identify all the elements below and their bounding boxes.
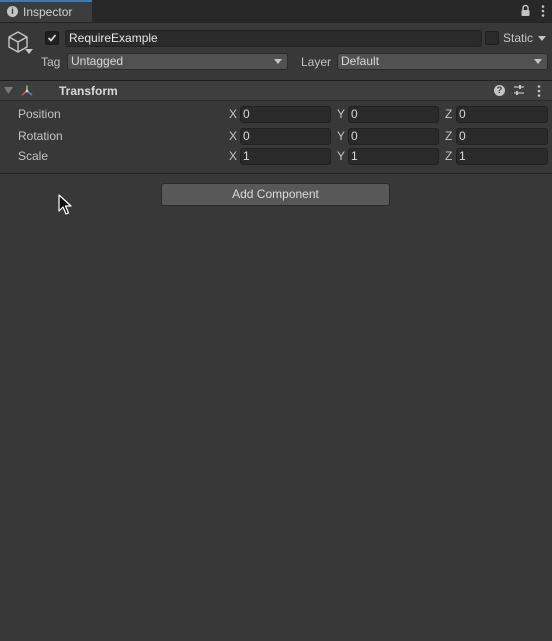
mouse-cursor-icon bbox=[58, 194, 72, 215]
rotation-x-input[interactable]: 0 bbox=[240, 128, 331, 145]
lock-icon[interactable] bbox=[520, 4, 531, 17]
rotation-row: Rotation X 0 Y 0 Z 0 bbox=[0, 128, 552, 146]
object-name-input[interactable]: RequireExample bbox=[65, 30, 482, 47]
static-checkbox[interactable] bbox=[485, 31, 499, 45]
scale-row: Scale X 1 Y 1 Z 1 bbox=[0, 148, 552, 166]
axis-z-label: Z bbox=[445, 129, 453, 143]
more-options-icon[interactable] bbox=[538, 4, 548, 18]
axis-x-label: X bbox=[229, 129, 238, 143]
inspector-window: i Inspector RequireExample Static Tag Un… bbox=[0, 0, 552, 641]
help-icon[interactable]: ? bbox=[494, 85, 505, 96]
layer-value: Default bbox=[341, 54, 380, 68]
axis-x-label: X bbox=[229, 149, 238, 163]
tab-inspector-label: Inspector bbox=[23, 5, 73, 19]
rotation-y-input[interactable]: 0 bbox=[348, 128, 439, 145]
transform-icon bbox=[21, 85, 33, 96]
chevron-down-icon bbox=[534, 59, 542, 64]
position-x-input[interactable]: 0 bbox=[240, 106, 331, 123]
scale-x-input[interactable]: 1 bbox=[240, 148, 331, 165]
axis-z-label: Z bbox=[445, 107, 453, 121]
component-divider bbox=[0, 173, 552, 174]
checkmark-icon bbox=[47, 34, 57, 42]
transform-component-header[interactable]: Transform ? bbox=[0, 80, 552, 101]
info-icon: i bbox=[7, 6, 18, 17]
layer-dropdown[interactable]: Default bbox=[337, 53, 548, 70]
axis-y-label: Y bbox=[337, 107, 346, 121]
position-y-input[interactable]: 0 bbox=[348, 106, 439, 123]
component-title: Transform bbox=[59, 84, 118, 98]
add-component-button[interactable]: Add Component bbox=[161, 183, 390, 206]
scale-z-input[interactable]: 1 bbox=[456, 148, 548, 165]
static-dropdown-arrow-icon[interactable] bbox=[538, 36, 546, 41]
tag-dropdown[interactable]: Untagged bbox=[67, 53, 288, 70]
scale-label: Scale bbox=[18, 149, 49, 163]
axis-z-label: Z bbox=[445, 149, 453, 163]
axis-y-label: Y bbox=[337, 129, 346, 143]
static-label: Static bbox=[503, 31, 534, 45]
rotation-z-input[interactable]: 0 bbox=[456, 128, 548, 145]
layer-label: Layer bbox=[301, 55, 332, 69]
tab-inspector[interactable]: i Inspector bbox=[0, 0, 92, 22]
scale-y-input[interactable]: 1 bbox=[348, 148, 439, 165]
position-label: Position bbox=[18, 107, 61, 121]
tag-label: Tag bbox=[41, 55, 61, 69]
chevron-down-icon bbox=[274, 59, 282, 64]
position-row: Position X 0 Y 0 Z 0 bbox=[0, 106, 552, 124]
presets-icon[interactable] bbox=[513, 84, 525, 97]
foldout-arrow-icon[interactable] bbox=[4, 87, 13, 95]
icon-dropdown-arrow-icon[interactable] bbox=[25, 49, 33, 55]
tag-value: Untagged bbox=[71, 54, 124, 68]
rotation-label: Rotation bbox=[18, 129, 63, 143]
axis-y-label: Y bbox=[337, 149, 346, 163]
tab-bar: i Inspector bbox=[0, 0, 552, 23]
position-z-input[interactable]: 0 bbox=[456, 106, 548, 123]
active-checkbox[interactable] bbox=[45, 31, 59, 45]
component-more-icon[interactable] bbox=[536, 84, 542, 98]
axis-x-label: X bbox=[229, 107, 238, 121]
